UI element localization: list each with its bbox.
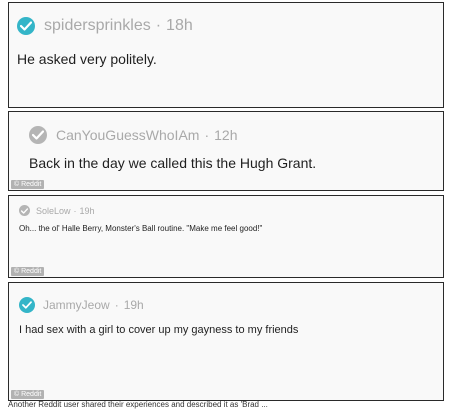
- comment-body: I had sex with a girl to cover up my gay…: [19, 324, 299, 336]
- comment-time: 18h: [166, 17, 193, 34]
- comment-username[interactable]: SoleLow: [36, 206, 71, 216]
- meta-separator: ·: [73, 205, 77, 216]
- comment-body: He asked very politely.: [17, 51, 157, 67]
- meta-separator: ·: [114, 298, 119, 312]
- comment-body: Back in the day we called this the Hugh …: [29, 155, 317, 171]
- comment-card: JammyJeow · 19h I had sex with a girl to…: [8, 282, 444, 401]
- reddit-watermark: © Reddit: [11, 267, 45, 276]
- comment-username[interactable]: spidersprinkles: [44, 17, 151, 35]
- comment-header: spidersprinkles · 18h: [17, 17, 193, 35]
- check-circle-icon[interactable]: [17, 17, 35, 35]
- check-circle-icon[interactable]: [29, 126, 47, 144]
- comment-body: Oh... the ol' Halle Berry, Monster's Bal…: [19, 224, 263, 233]
- meta-separator: ·: [155, 17, 162, 34]
- meta-separator: ·: [204, 127, 210, 143]
- comment-time: 19h: [123, 298, 144, 312]
- comment-header: SoleLow · 19h: [19, 205, 95, 216]
- comment-time: 12h: [214, 127, 238, 143]
- comment-time: 19h: [79, 205, 95, 216]
- check-circle-icon[interactable]: [19, 205, 30, 216]
- comment-username[interactable]: CanYouGuessWhoIAm: [56, 127, 199, 143]
- check-circle-icon[interactable]: [19, 297, 35, 313]
- reddit-watermark: © Reddit: [11, 180, 45, 189]
- reddit-watermark: © Reddit: [11, 390, 45, 399]
- image-caption: Another Reddit user shared their experie…: [8, 400, 268, 409]
- comment-card: SoleLow · 19h Oh... the ol' Halle Berry,…: [8, 195, 444, 278]
- comment-card: CanYouGuessWhoIAm · 12h Back in the day …: [8, 111, 444, 191]
- comment-card: spidersprinkles · 18h He asked very poli…: [8, 2, 444, 108]
- comment-header: CanYouGuessWhoIAm · 12h: [29, 126, 237, 144]
- comment-username[interactable]: JammyJeow: [43, 298, 110, 312]
- comment-header: JammyJeow · 19h: [19, 297, 144, 313]
